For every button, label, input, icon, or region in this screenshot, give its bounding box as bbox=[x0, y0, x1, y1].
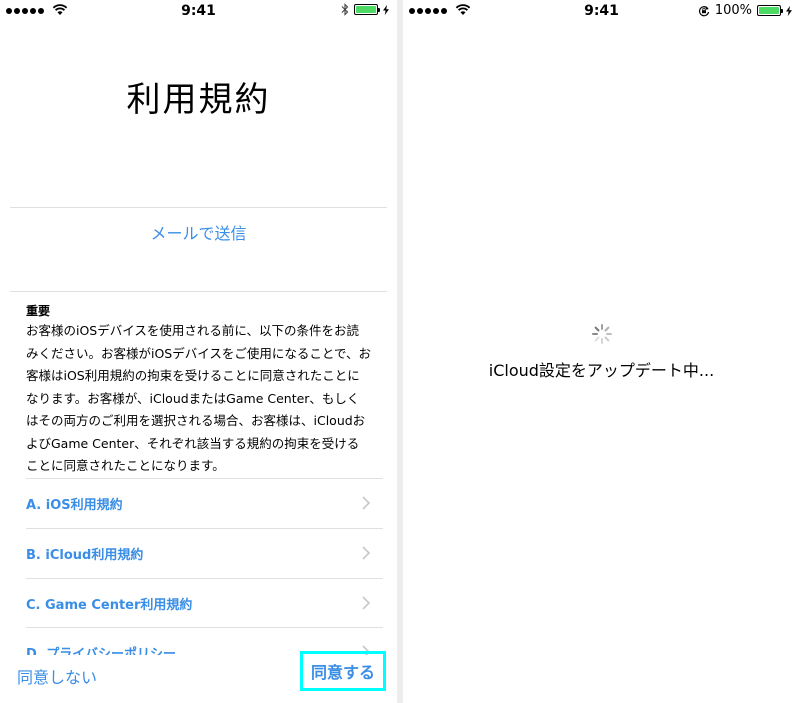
link-label: C. Game Center利用規約 bbox=[26, 597, 193, 613]
link-ios-terms[interactable]: A. iOS利用規約 bbox=[26, 478, 373, 528]
page-title: 利用規約 bbox=[126, 80, 271, 120]
battery-percentage: 100% bbox=[714, 3, 752, 18]
terms-body-text: お客様のiOSデバイスを使用される前に、以下の条件をお読みください。お客様がiO… bbox=[26, 323, 371, 473]
send-by-email-link[interactable]: メールで送信 bbox=[0, 220, 397, 244]
link-icloud-terms[interactable]: B. iCloud利用規約 bbox=[26, 528, 373, 578]
status-time: 9:41 bbox=[181, 3, 216, 19]
stage: 9:41 利用規約 メールで送信 重要 お客様のiOSデバイスを使用される前に、… bbox=[0, 0, 800, 703]
terms-heading: 重要 bbox=[26, 304, 51, 318]
link-label: B. iCloud利用規約 bbox=[26, 547, 144, 563]
loading-spinner-icon bbox=[592, 324, 612, 344]
link-label: A. iOS利用規約 bbox=[26, 497, 123, 513]
updating-status-text: iCloud設定をアップデート中... bbox=[488, 361, 715, 380]
status-right-cluster bbox=[341, 3, 389, 16]
charging-bolt-icon bbox=[786, 5, 792, 16]
divider bbox=[10, 291, 387, 292]
divider bbox=[10, 207, 387, 208]
agree-button[interactable]: 同意する bbox=[299, 651, 386, 691]
terms-screen: 9:41 利用規約 メールで送信 重要 お客様のiOSデバイスを使用される前に、… bbox=[0, 0, 397, 703]
status-bar: 9:41 bbox=[0, 0, 397, 22]
chevron-right-icon bbox=[362, 496, 371, 510]
icloud-updating-screen: 9:41 100% iCloud設定をアップデート中... bbox=[403, 0, 800, 703]
rotation-lock-icon bbox=[698, 5, 709, 16]
disagree-button[interactable]: 同意しない bbox=[17, 664, 97, 688]
charging-bolt-icon bbox=[383, 4, 389, 15]
chevron-right-icon bbox=[362, 546, 371, 560]
bottom-toolbar: 同意しない 同意する bbox=[0, 651, 397, 703]
bluetooth-icon bbox=[341, 3, 349, 16]
link-game-center-terms[interactable]: C. Game Center利用規約 bbox=[26, 578, 373, 628]
status-bar: 9:41 100% bbox=[403, 0, 800, 22]
chevron-right-icon bbox=[362, 596, 371, 610]
battery-icon bbox=[757, 5, 783, 16]
battery-icon bbox=[354, 4, 380, 15]
status-right-cluster: 100% bbox=[698, 3, 792, 18]
